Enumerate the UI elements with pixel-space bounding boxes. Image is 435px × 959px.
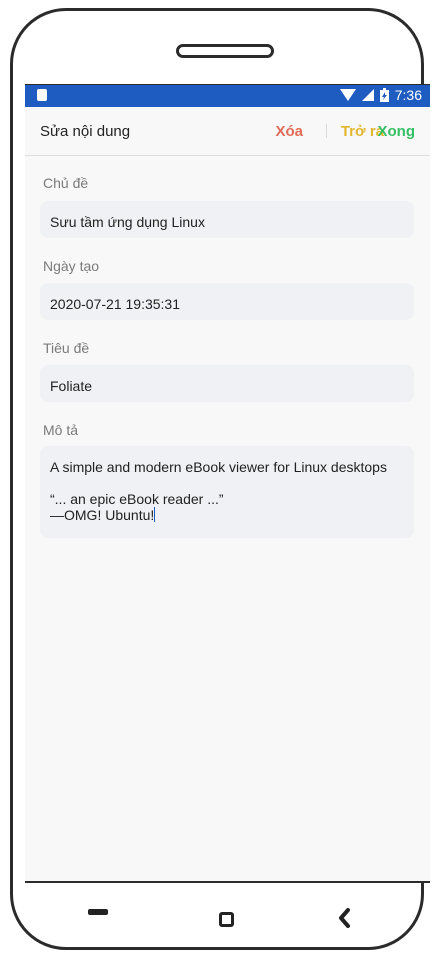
delete-button[interactable]: Xóa: [275, 123, 303, 140]
description-field[interactable]: A simple and modern eBook viewer for Lin…: [40, 446, 414, 538]
status-icons: 7:36: [339, 87, 422, 103]
status-time: 7:36: [394, 87, 422, 103]
action-divider: [326, 124, 327, 138]
description-line-3: “... an epic eBook reader ...”: [50, 491, 224, 507]
description-line-4: —OMG! Ubuntu!: [50, 507, 155, 523]
chevron-left-icon: [339, 908, 350, 928]
app-bar: Sửa nội dung Xóa Trở ra Xong: [25, 107, 430, 156]
signal-icon: [361, 89, 374, 101]
title-field[interactable]: Foliate: [40, 365, 414, 402]
created-value: 2020-07-21 19:35:31: [50, 296, 180, 312]
status-bar: 7:36: [25, 85, 430, 107]
sd-card-icon: [37, 89, 47, 101]
recents-button[interactable]: [88, 909, 108, 915]
description-label: Mô tả: [43, 422, 79, 438]
home-button[interactable]: [219, 912, 234, 927]
text-cursor: [154, 507, 156, 522]
created-label: Ngày tạo: [43, 258, 100, 274]
description-line-1: A simple and modern eBook viewer for Lin…: [50, 459, 387, 475]
topic-label: Chủ đề: [43, 175, 89, 191]
wifi-icon: [339, 89, 356, 101]
page-title: Sửa nội dung: [40, 123, 131, 140]
done-button[interactable]: Xong: [378, 123, 416, 140]
description-line-2: [50, 475, 404, 491]
topic-field[interactable]: Sưu tầm ứng dụng Linux: [40, 201, 414, 238]
phone-speaker: [176, 44, 274, 58]
description-line-4-wrap: —OMG! Ubuntu!: [50, 507, 404, 523]
title-label: Tiêu đề: [43, 340, 90, 356]
battery-icon: [379, 88, 389, 102]
created-field[interactable]: 2020-07-21 19:35:31: [40, 283, 414, 320]
screen: 7:36 Sửa nội dung Xóa Trở ra Xong Chủ đề…: [25, 84, 430, 883]
topic-value: Sưu tầm ứng dụng Linux: [50, 214, 205, 230]
title-value: Foliate: [50, 378, 93, 394]
back-nav-button[interactable]: [337, 908, 351, 928]
